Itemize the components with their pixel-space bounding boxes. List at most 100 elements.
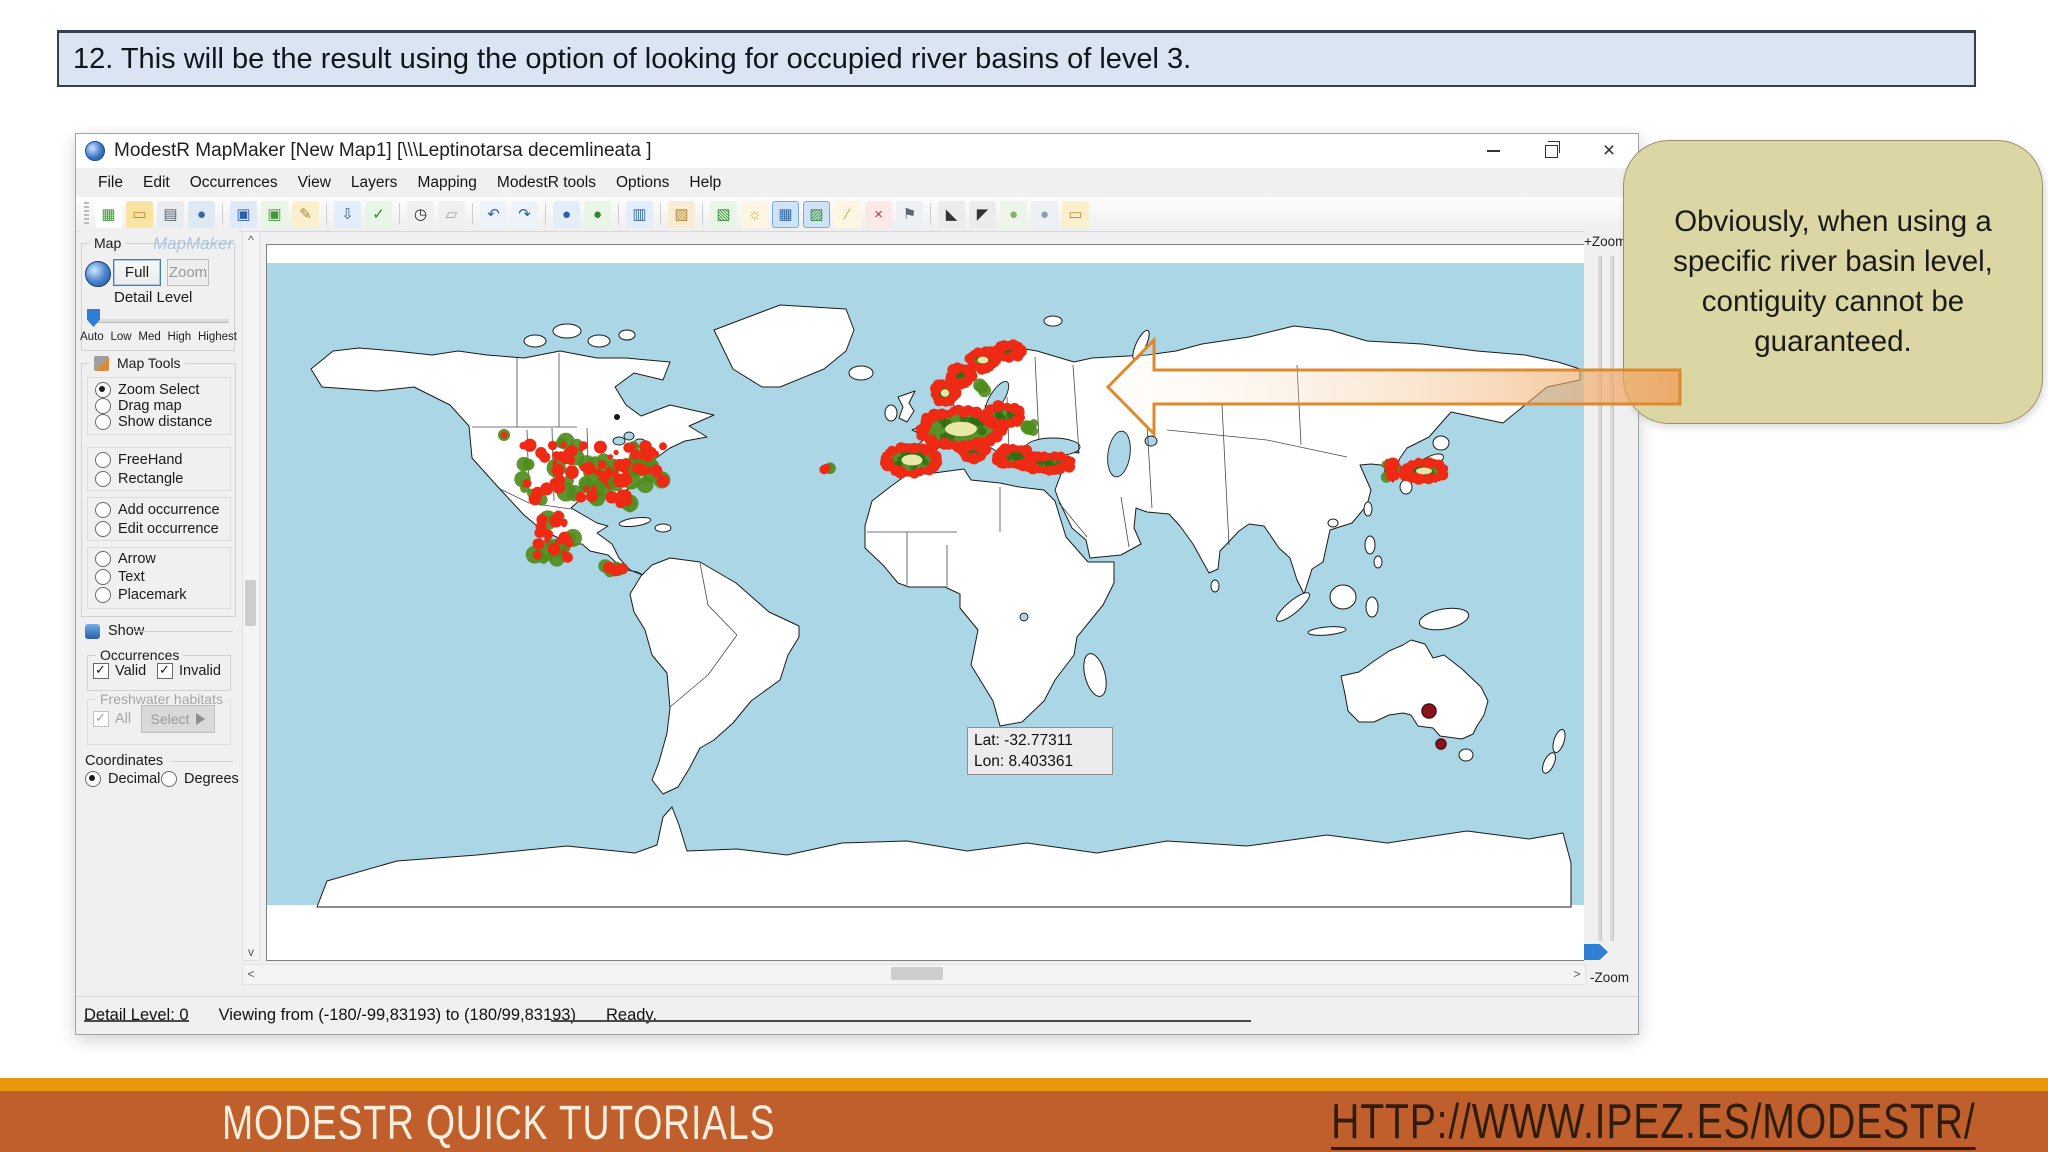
export-map-icon[interactable]: ▭ bbox=[1062, 200, 1089, 228]
edit-map-icon[interactable]: ✎ bbox=[292, 200, 319, 228]
menu-modestr-tools[interactable]: ModestR tools bbox=[487, 174, 606, 192]
coordinates-header: Coordinates bbox=[85, 753, 164, 769]
open-map-icon[interactable]: ▭ bbox=[126, 200, 153, 228]
range-edit-icon[interactable]: ◤ bbox=[969, 200, 996, 228]
copy-style-icon[interactable]: ▥ bbox=[626, 200, 653, 228]
radio-arrow[interactable]: Arrow bbox=[95, 551, 156, 567]
map-horizontal-scrollbar[interactable]: < > bbox=[242, 964, 1586, 985]
flag-tool-icon-glyph: ⚑ bbox=[902, 205, 917, 223]
panel-scrollbar-thumb[interactable] bbox=[245, 580, 256, 626]
tick-low: Low bbox=[110, 331, 132, 343]
panel-scrollbar[interactable]: ^ v bbox=[242, 231, 260, 961]
new-map-icon[interactable]: ▦ bbox=[95, 200, 122, 228]
pin-tool-icon[interactable]: ● bbox=[1031, 200, 1058, 228]
delete-occurrence-icon[interactable]: × bbox=[865, 200, 892, 228]
map-view-icon[interactable]: ▨ bbox=[803, 200, 830, 228]
divider bbox=[171, 761, 233, 762]
status-viewing: Viewing from (-180/-99,83193) to (180/99… bbox=[218, 1006, 576, 1024]
select-habitats-button[interactable]: Select bbox=[141, 705, 215, 733]
show-icon bbox=[85, 623, 100, 639]
toolbar-separator bbox=[702, 203, 703, 225]
menu-file[interactable]: File bbox=[88, 174, 133, 192]
globe-green-icon[interactable]: ● bbox=[584, 200, 611, 228]
radio-add-occurrence[interactable]: Add occurrence bbox=[95, 502, 220, 518]
checkbox-invalid[interactable]: Invalid bbox=[157, 662, 221, 679]
export-shape-icon-glyph: ▨ bbox=[674, 205, 689, 223]
time-filter-icon[interactable]: ◷ bbox=[407, 200, 434, 228]
validate-data-icon[interactable]: ✓ bbox=[365, 200, 392, 228]
occurrence-cluster-ontario-dot bbox=[614, 414, 620, 420]
map-canvas[interactable]: Lat: -32.77311 Lon: 8.403361 bbox=[266, 244, 1586, 961]
minimize-button[interactable] bbox=[1464, 134, 1522, 168]
borneo bbox=[1329, 584, 1357, 610]
radio-decimal[interactable]: Decimal bbox=[85, 771, 160, 787]
zoom-extent-button[interactable]: Zoom bbox=[167, 259, 209, 286]
menubar: File Edit Occurrences View Layers Mappin… bbox=[76, 168, 1638, 198]
restore-icon bbox=[1544, 140, 1560, 158]
import-data-icon[interactable]: ⇩ bbox=[334, 200, 361, 228]
menu-help[interactable]: Help bbox=[679, 174, 731, 192]
radio-zoom-select[interactable]: Zoom Select bbox=[95, 382, 199, 398]
map-scrollbar-thumb[interactable] bbox=[891, 967, 943, 980]
polygon-select-icon[interactable]: ▱ bbox=[438, 200, 465, 228]
restore-button[interactable] bbox=[1522, 134, 1580, 168]
tick-highest: Highest bbox=[198, 331, 237, 343]
tick-med: Med bbox=[138, 331, 161, 343]
redo-icon-glyph: ↷ bbox=[518, 205, 531, 223]
window-title: ModestR MapMaker [New Map1] [\\\Leptinot… bbox=[114, 140, 652, 161]
area-tool-icon[interactable]: ● bbox=[1000, 200, 1027, 228]
menu-view[interactable]: View bbox=[288, 174, 341, 192]
scroll-left-icon[interactable]: < bbox=[243, 966, 259, 982]
redo-icon[interactable]: ↷ bbox=[511, 200, 538, 228]
radio-placemark[interactable]: Placemark bbox=[95, 587, 187, 603]
radio-drag-map[interactable]: Drag map bbox=[95, 398, 182, 414]
delete-occurrence-icon-glyph: × bbox=[874, 205, 883, 223]
footer-url-link[interactable]: HTTP://WWW.IPEZ.ES/MODESTR/ bbox=[1332, 1094, 1976, 1150]
radio-edit-occurrence[interactable]: Edit occurrence bbox=[95, 521, 219, 537]
menu-occurrences[interactable]: Occurrences bbox=[180, 174, 288, 192]
menu-mapping[interactable]: Mapping bbox=[407, 174, 486, 192]
scroll-right-icon[interactable]: > bbox=[1569, 966, 1585, 982]
full-extent-button[interactable]: Full bbox=[113, 259, 161, 286]
undo-icon[interactable]: ↶ bbox=[480, 200, 507, 228]
radio-icon bbox=[85, 771, 101, 787]
checkbox-all[interactable]: All bbox=[93, 710, 131, 727]
print-globe-icon[interactable]: ● bbox=[188, 200, 215, 228]
print-icon[interactable]: ▤ bbox=[157, 200, 184, 228]
radio-freehand[interactable]: FreeHand bbox=[95, 452, 182, 468]
clean-map-icon[interactable]: ∕ bbox=[834, 200, 861, 228]
sulawesi bbox=[1365, 596, 1379, 618]
save-icon[interactable]: ▣ bbox=[230, 200, 257, 228]
zoom-slider-thumb[interactable] bbox=[1584, 944, 1608, 960]
save-image-icon[interactable]: ▣ bbox=[261, 200, 288, 228]
footer-title: MODESTR QUICK TUTORIALS bbox=[222, 1097, 776, 1150]
scroll-down-icon[interactable]: v bbox=[243, 944, 259, 960]
save-image-icon-glyph: ▣ bbox=[267, 205, 282, 223]
zoom-slider-track[interactable] bbox=[1598, 256, 1602, 941]
export-shape-icon[interactable]: ▨ bbox=[668, 200, 695, 228]
flag-tool-icon[interactable]: ⚑ bbox=[896, 200, 923, 228]
clear-sky-icon[interactable]: ☼ bbox=[741, 200, 768, 228]
detail-level-slider-track[interactable] bbox=[89, 319, 229, 323]
radio-icon bbox=[161, 771, 177, 787]
radio-show-distance[interactable]: Show distance bbox=[95, 414, 212, 430]
polygon-select-icon-glyph: ▱ bbox=[445, 205, 458, 223]
great-lakes bbox=[612, 436, 626, 446]
toolbar-separator bbox=[472, 203, 473, 225]
toolbar-separator bbox=[545, 203, 546, 225]
menu-edit[interactable]: Edit bbox=[133, 174, 180, 192]
map-style-icon[interactable]: ▦ bbox=[772, 200, 799, 228]
taiwan bbox=[1363, 501, 1373, 517]
edit-chart-icon[interactable]: ▧ bbox=[710, 200, 737, 228]
app-globe-icon bbox=[85, 141, 105, 161]
range-tool-icon[interactable]: ◣ bbox=[938, 200, 965, 228]
scroll-up-icon[interactable]: ^ bbox=[243, 232, 259, 248]
radio-text[interactable]: Text bbox=[95, 569, 145, 585]
radio-rectangle[interactable]: Rectangle bbox=[95, 471, 183, 487]
globe-search-icon[interactable]: ● bbox=[553, 200, 580, 228]
radio-degrees[interactable]: Degrees bbox=[161, 771, 239, 787]
globe-green-icon-glyph: ● bbox=[592, 205, 603, 223]
menu-layers[interactable]: Layers bbox=[341, 174, 408, 192]
checkbox-valid[interactable]: Valid bbox=[93, 662, 146, 679]
menu-options[interactable]: Options bbox=[606, 174, 679, 192]
